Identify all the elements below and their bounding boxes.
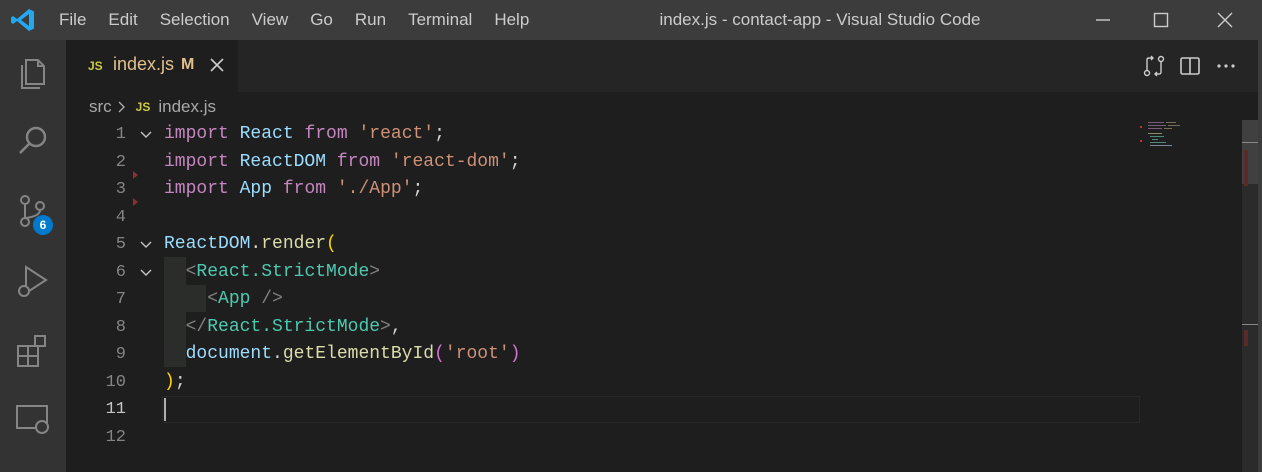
scrollbar-cursor-marker xyxy=(1242,142,1258,143)
code-text: import App from './App'; xyxy=(164,179,424,199)
menu-bar: File Edit Selection View Go Run Terminal… xyxy=(48,0,540,40)
line-number: 8 xyxy=(115,318,126,337)
line-number: 1 xyxy=(115,125,126,144)
chevron-down-icon[interactable] xyxy=(139,128,153,142)
line-number: 4 xyxy=(115,208,126,227)
split-editor-icon[interactable] xyxy=(1178,54,1202,78)
window-title: index.js - contact-app - Visual Studio C… xyxy=(659,10,981,29)
close-tab-icon[interactable] xyxy=(208,56,226,74)
maximize-button[interactable] xyxy=(1132,0,1190,40)
code-editor[interactable]: 1 import React from 'react'; 2 import Re… xyxy=(66,120,1242,472)
text-cursor xyxy=(164,398,166,421)
title-bar: File Edit Selection View Go Run Terminal… xyxy=(0,0,1262,40)
code-line: 8 </React.StrictMode>, xyxy=(66,314,1242,341)
javascript-file-icon: JS xyxy=(88,59,103,73)
code-text: <React.StrictMode> xyxy=(185,262,381,282)
line-number: 7 xyxy=(115,290,126,309)
line-number: 12 xyxy=(105,428,126,447)
line-number: 11 xyxy=(105,400,126,419)
menu-selection[interactable]: Selection xyxy=(149,10,241,30)
code-line: 12 xyxy=(66,424,1242,451)
code-line: 1 import React from 'react'; xyxy=(66,121,1242,148)
activity-bar: 6 xyxy=(0,40,66,472)
remote-explorer-icon[interactable] xyxy=(12,398,54,440)
code-text: import ReactDOM from 'react-dom'; xyxy=(164,152,521,172)
close-window-button[interactable] xyxy=(1196,0,1254,40)
code-line: 2 import ReactDOM from 'react-dom'; xyxy=(66,149,1242,176)
code-line: 11 xyxy=(66,396,1242,423)
code-text: </React.StrictMode>, xyxy=(185,317,402,337)
line-number: 3 xyxy=(115,180,126,199)
menu-terminal[interactable]: Terminal xyxy=(397,10,483,30)
minimize-icon xyxy=(1096,19,1110,21)
code-text: document.getElementById('root') xyxy=(185,344,521,364)
code-line: 4 xyxy=(66,204,1242,231)
code-line: 6 <React.StrictMode> xyxy=(66,259,1242,286)
breadcrumb-folder[interactable]: src xyxy=(89,97,112,117)
open-changes-icon[interactable] xyxy=(1142,54,1166,78)
code-text: ReactDOM.render( xyxy=(164,234,337,254)
minimize-button[interactable] xyxy=(1074,0,1132,40)
code-text: import React from 'react'; xyxy=(164,124,445,144)
javascript-file-icon: JS xyxy=(135,100,151,114)
scm-badge: 6 xyxy=(33,215,53,235)
menu-help[interactable]: Help xyxy=(483,10,540,30)
menu-file[interactable]: File xyxy=(48,10,97,30)
tab-label: index.js xyxy=(113,54,175,74)
tab-index-js[interactable]: JS index.js M xyxy=(66,40,238,92)
scrollbar-change-marker xyxy=(1244,150,1248,186)
code-line: 9 document.getElementById('root') xyxy=(66,341,1242,368)
chevron-down-icon[interactable] xyxy=(139,266,153,280)
explorer-icon[interactable] xyxy=(12,52,54,94)
line-number: 6 xyxy=(115,263,126,282)
line-number: 9 xyxy=(115,345,126,364)
vscode-logo-icon xyxy=(11,9,34,31)
code-line: 10 ); xyxy=(66,369,1242,396)
chevron-right-icon xyxy=(118,101,125,113)
modified-indicator: M xyxy=(181,56,195,73)
extensions-icon[interactable] xyxy=(12,330,54,372)
tab-bar: JS index.js M xyxy=(66,40,1262,92)
minimap[interactable] xyxy=(1140,120,1240,150)
close-icon xyxy=(1217,12,1233,28)
maximize-icon xyxy=(1153,12,1169,28)
line-number: 2 xyxy=(115,153,126,172)
window-border xyxy=(1258,40,1262,472)
menu-go[interactable]: Go xyxy=(299,10,344,30)
menu-run[interactable]: Run xyxy=(344,10,397,30)
menu-edit[interactable]: Edit xyxy=(97,10,148,30)
scrollbar-change-marker xyxy=(1244,330,1248,346)
line-number: 10 xyxy=(105,373,126,392)
code-line: 3 import App from './App'; xyxy=(66,176,1242,203)
chevron-down-icon[interactable] xyxy=(139,238,153,252)
more-actions-icon[interactable] xyxy=(1214,54,1238,78)
menu-view[interactable]: View xyxy=(241,10,300,30)
search-icon[interactable] xyxy=(12,120,54,162)
line-number: 5 xyxy=(115,235,126,254)
breadcrumb-file[interactable]: index.js xyxy=(158,97,216,117)
code-line: 7 <App /> xyxy=(66,286,1242,313)
breadcrumb: src JS index.js xyxy=(89,96,216,118)
scrollbar-cursor-marker xyxy=(1242,324,1258,325)
run-debug-icon[interactable] xyxy=(12,260,54,302)
code-text: ); xyxy=(164,372,186,392)
code-text: <App /> xyxy=(207,289,283,309)
code-line: 5 ReactDOM.render( xyxy=(66,231,1242,258)
